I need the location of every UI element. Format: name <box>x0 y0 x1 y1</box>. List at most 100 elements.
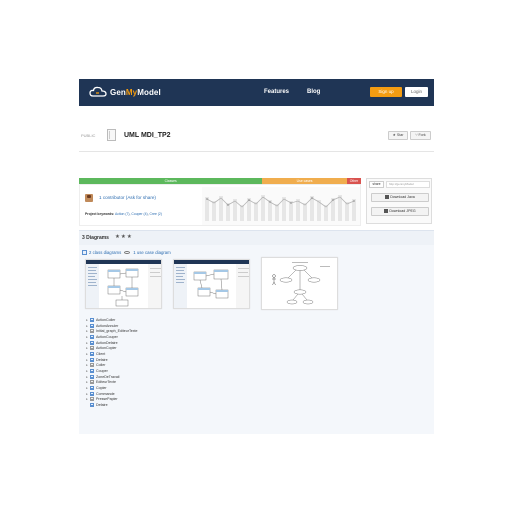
project-title-row: PUBLIC UML MDI_TP2 ★ Star ⑂ Fork <box>79 124 434 146</box>
page: GenMyModel Features Blog Sign up Login P… <box>79 79 434 434</box>
expand-icon[interactable]: ▸ <box>85 324 89 328</box>
expand-icon[interactable]: ▸ <box>85 335 89 339</box>
class-icon <box>90 380 94 385</box>
share-download-widget: share http://genmyModel Download Java Do… <box>366 178 432 224</box>
class-icon <box>90 391 94 396</box>
rating-stars[interactable]: ★★★ <box>115 234 133 240</box>
diagrams-header: 3 Diagrams ★★★ <box>79 230 434 245</box>
tree-item-label: Couper <box>96 369 108 374</box>
nav-blog[interactable]: Blog <box>307 89 320 95</box>
download-icon <box>384 208 389 213</box>
keywords-label: Project keywords: <box>85 212 115 216</box>
class-icon <box>90 329 94 334</box>
tree-item-label: ActionCopier <box>96 346 117 351</box>
class-diagrams-link[interactable]: 2 class diagrams <box>89 250 121 255</box>
cloud-logo-icon <box>89 86 107 97</box>
class-icon <box>90 340 94 345</box>
expand-icon[interactable]: ▸ <box>85 369 89 373</box>
tree-item-label: Defaire <box>96 357 108 362</box>
expand-icon[interactable]: ▸ <box>85 375 89 379</box>
download-jpeg-label: Download JPEG <box>389 209 416 213</box>
expand-icon[interactable]: ▸ <box>85 352 89 356</box>
contributors-panel: 1 contributor (Ask for share) Project ke… <box>79 184 361 226</box>
keyword-link[interactable]: Cree (2) <box>150 212 162 216</box>
project-title: UML MDI_TP2 <box>124 132 171 139</box>
visibility-label: PUBLIC <box>81 133 96 138</box>
avatar <box>85 194 93 202</box>
expand-icon[interactable]: ▸ <box>85 358 89 362</box>
signup-button[interactable]: Sign up <box>370 87 402 97</box>
class-icon <box>90 397 94 402</box>
tree-item-label: Commande <box>96 391 115 396</box>
tree-item-label: ZoneDeTravail <box>96 374 120 379</box>
model-tree: ▸ ActionColler ▸ ActionAnnuler ▸ Initial_grap… <box>85 317 285 408</box>
class-icon <box>90 346 94 351</box>
tree-item-label: ActionCouper <box>96 334 118 339</box>
tree-item-label: Initial_graph_EditeurTexte <box>96 329 138 334</box>
expand-icon[interactable]: ▸ <box>85 392 89 396</box>
project-book-icon <box>107 129 116 141</box>
share-url-field[interactable]: http://genmyModel <box>386 181 430 188</box>
brand-logo[interactable]: GenMyModel <box>89 86 161 98</box>
tree-item-label: Client <box>96 351 106 356</box>
class-icon <box>90 351 94 356</box>
star-button[interactable]: ★ Star <box>388 131 408 140</box>
usecase-diagram-icon <box>124 251 131 254</box>
class-diagram-preview <box>86 260 161 308</box>
download-java-label: Download Java <box>390 195 415 199</box>
expand-icon[interactable]: ▸ <box>85 346 89 350</box>
class-diagram-preview <box>174 260 249 308</box>
download-jpeg-button[interactable]: Download JPEG <box>371 207 429 216</box>
class-icon <box>90 386 94 391</box>
download-icon <box>385 194 390 199</box>
class-icon <box>90 403 94 408</box>
download-java-button[interactable]: Download Java <box>371 193 429 202</box>
expand-icon[interactable]: ▸ <box>85 341 89 345</box>
tree-item-label: Defaire <box>96 403 108 408</box>
tree-item-label: EditeurTexte <box>96 380 116 385</box>
expand-icon[interactable]: ▸ <box>85 386 89 390</box>
usecase-diagram-preview <box>262 258 337 309</box>
activity-sparkline <box>202 187 360 225</box>
contributors-link[interactable]: 1 contributor (Ask for share) <box>99 195 156 200</box>
class-icon <box>90 323 94 328</box>
tree-item-label: Copier <box>96 386 107 391</box>
diagram-thumbnail[interactable] <box>173 259 250 309</box>
expand-icon[interactable]: ▸ <box>85 318 89 322</box>
diagrams-panel: 2 class diagrams 1 use case diagram ▸ Ac… <box>79 245 434 434</box>
diagram-thumbnail[interactable] <box>85 259 162 309</box>
tree-item-label: ActionDefaire <box>96 340 118 345</box>
login-button[interactable]: Login <box>405 87 428 97</box>
keyword-link[interactable]: Action (7) <box>115 212 130 216</box>
top-navigation-bar: GenMyModel Features Blog Sign up Login <box>79 79 434 106</box>
tree-item-label: Coller <box>96 363 106 368</box>
class-icon <box>90 374 94 379</box>
class-icon <box>90 317 94 322</box>
tree-item[interactable]: Defaire <box>85 402 285 408</box>
brand-name: GenMyModel <box>110 87 161 97</box>
keyword-link[interactable]: Couper (4) <box>131 212 147 216</box>
diagram-thumbnail[interactable] <box>261 257 338 310</box>
fork-button[interactable]: ⑂ Fork <box>410 131 431 140</box>
main-nav: Features Blog <box>264 89 320 95</box>
expand-icon[interactable]: ▸ <box>85 363 89 367</box>
class-icon <box>90 334 94 339</box>
diagrams-count-title: 3 Diagrams <box>82 235 109 241</box>
expand-icon[interactable]: ▸ <box>85 380 89 384</box>
usecase-diagram-link[interactable]: 1 use case diagram <box>133 250 171 255</box>
divider <box>79 151 434 152</box>
nav-features[interactable]: Features <box>264 89 289 95</box>
class-icon <box>90 363 94 368</box>
class-diagram-icon <box>82 250 87 255</box>
share-tab[interactable]: share <box>369 181 384 188</box>
tree-item-label: ActionAnnuler <box>96 323 119 328</box>
diagram-type-links: 2 class diagrams 1 use case diagram <box>82 250 171 255</box>
expand-icon[interactable]: ▸ <box>85 397 89 401</box>
tree-item-label: ActionColler <box>96 317 116 322</box>
tree-item-label: PressePapier <box>96 397 118 402</box>
project-keywords: Project keywords: Action (7), Couper (4)… <box>85 212 162 216</box>
expand-icon[interactable]: ▸ <box>85 329 89 333</box>
class-icon <box>90 369 94 374</box>
class-icon <box>90 357 94 362</box>
leaf-spacer <box>85 403 89 407</box>
